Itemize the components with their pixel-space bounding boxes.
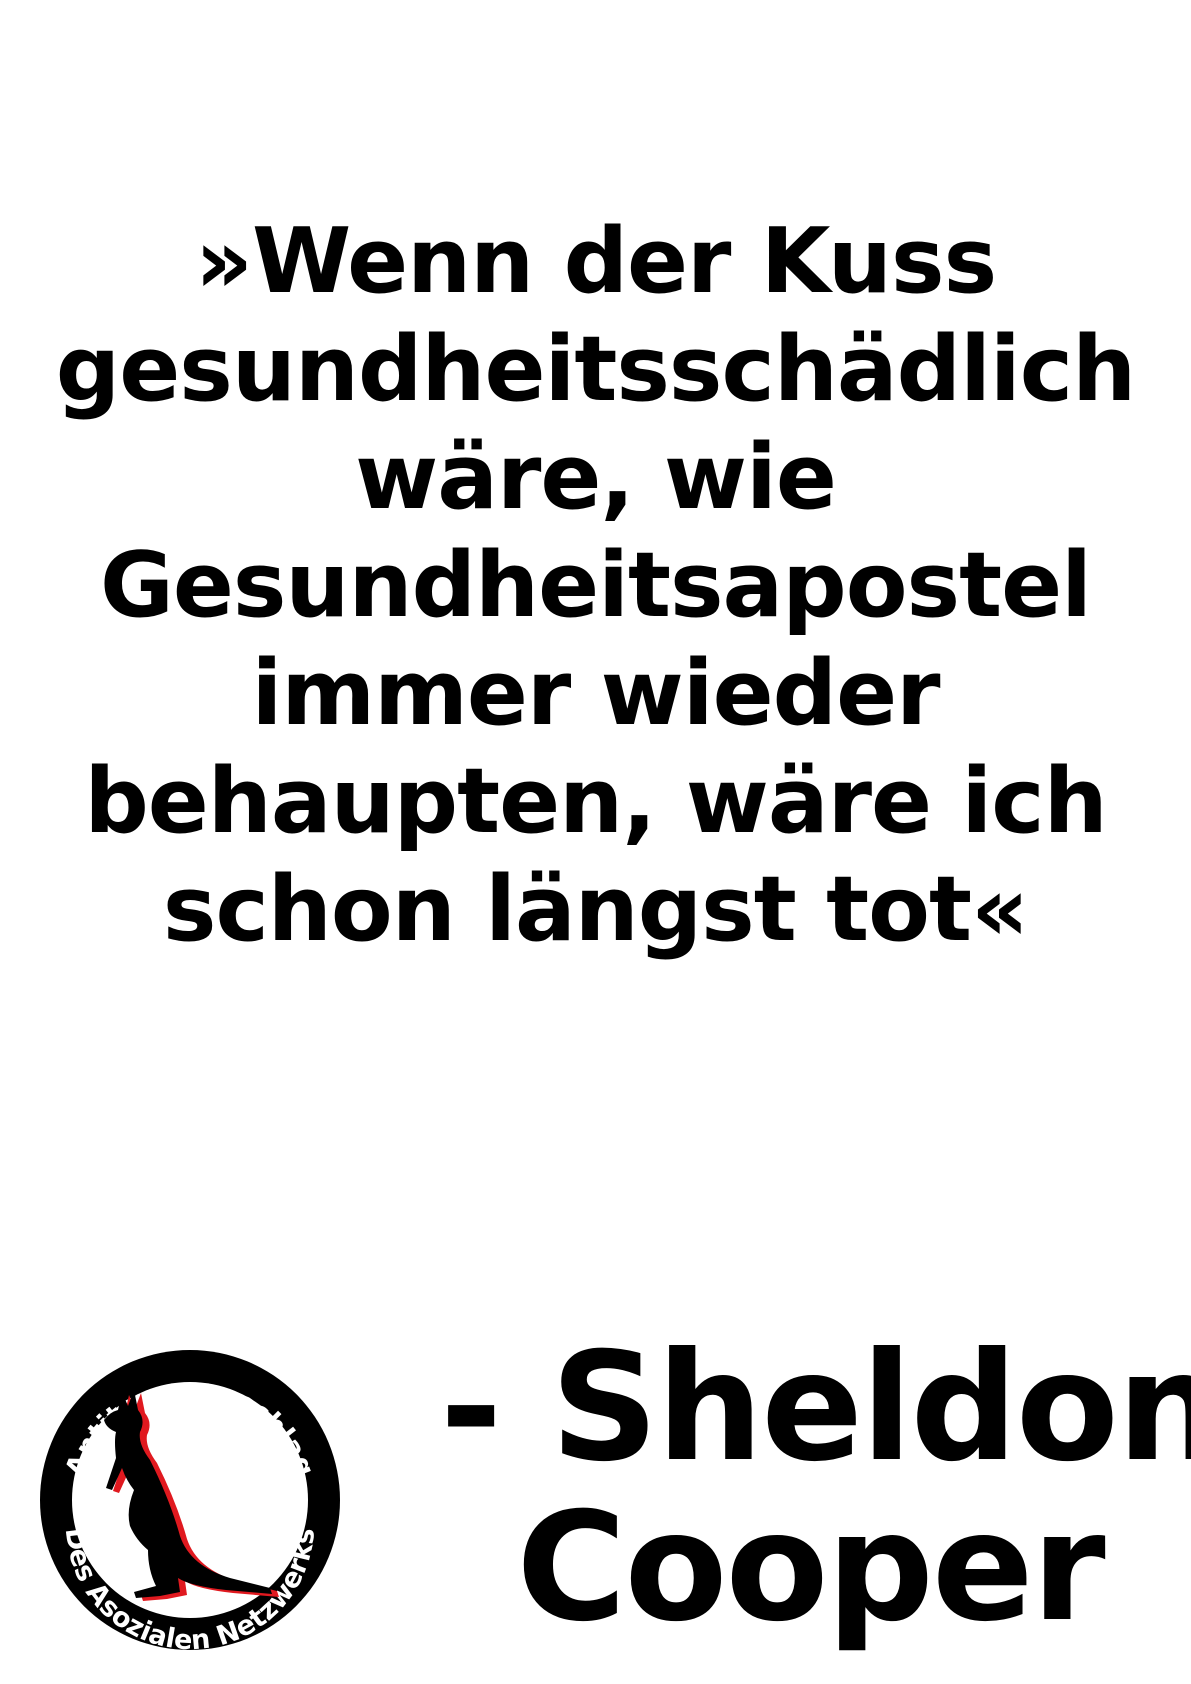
attribution-line: Cooper [516,1481,1105,1655]
quote-line: gesundheitsschädlich [55,317,1136,422]
quote-line: schon längst tot« [162,857,1029,962]
organization-logo: Antiterroranschlag Des Asozialen Netzwer… [30,1340,350,1660]
page: »Wenn der Kuss gesundheitsschädlich wäre… [0,0,1191,1684]
quote-line: behaupten, wäre ich [84,749,1107,854]
kangaroo-logo-icon: Antiterroranschlag Des Asozialen Netzwer… [40,1350,340,1656]
quote-attribution: - Sheldon Cooper [440,1321,1191,1655]
attribution-line: - Sheldon [440,1321,1191,1495]
quote-line: »Wenn der Kuss [194,209,997,314]
quote-line: Gesundheitsapostel [99,533,1092,638]
quote-text: »Wenn der Kuss gesundheitsschädlich wäre… [30,208,1161,964]
quote-line: immer wieder [251,641,940,746]
quote-line: wäre, wie [355,425,837,530]
